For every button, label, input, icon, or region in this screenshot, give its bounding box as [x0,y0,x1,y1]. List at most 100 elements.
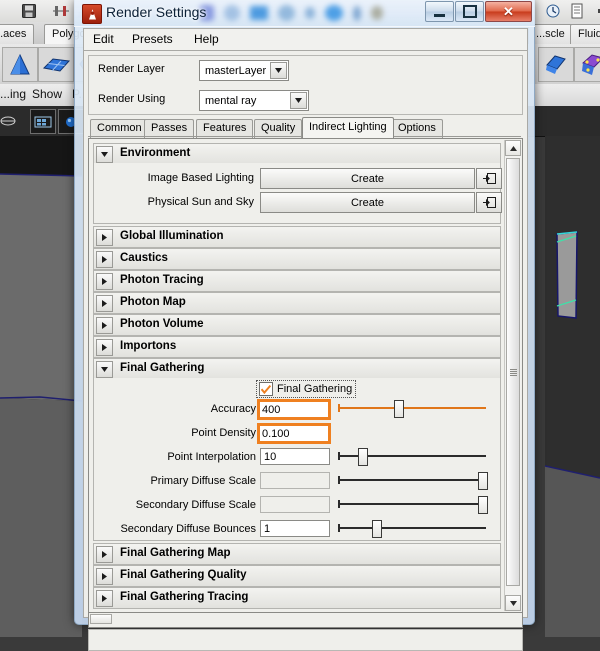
primary-diffuse-scale-slider[interactable] [338,472,488,490]
window-titlebar[interactable]: Render Settings ✕ [74,0,535,27]
window-title: Render Settings [106,4,207,20]
menu-presets[interactable]: Presets [132,32,173,46]
tab-indirect-lighting[interactable]: Indirect Lighting [302,117,394,138]
expand-arrow-right-icon[interactable] [96,590,113,607]
shelf-tab-surfaces[interactable]: ...aces [0,24,35,44]
section-header-importons[interactable]: Importons [93,336,501,358]
section-header-environment[interactable]: Environment [93,143,501,165]
point-interpolation-slider[interactable] [338,448,486,466]
section-header-photon-map[interactable]: Photon Map [93,292,501,314]
slider-handle[interactable] [372,520,382,538]
image-based-lighting-create-button[interactable]: Create [260,168,475,189]
expand-arrow-right-icon[interactable] [96,546,113,563]
section-header-photon-volume[interactable]: Photon Volume [93,314,501,336]
section-header-final-gathering-tracing[interactable]: Final Gathering Tracing [93,587,501,609]
close-button[interactable]: ✕ [485,1,532,22]
slider-track [338,527,486,529]
render-layer-combo[interactable]: masterLayer [199,60,289,81]
chevron-down-icon[interactable] [270,62,287,79]
section-header-final-gathering[interactable]: Final Gathering [93,358,501,380]
wireframe-icon[interactable] [0,109,20,132]
collapse-arrow-down-icon[interactable] [96,146,113,163]
section-title: Environment [120,147,191,159]
menu-show[interactable]: Show [32,87,62,101]
physical-sun-sky-create-button[interactable]: Create [260,192,475,213]
shelf-cloth-icon[interactable] [574,47,600,82]
slider-handle[interactable] [358,448,368,466]
accuracy-label: Accuracy [210,403,256,415]
map-arrow-icon [482,173,496,184]
render-using-combo[interactable]: mental ray [199,90,309,111]
minimize-button[interactable] [425,1,454,22]
section-title: Caustics [120,252,168,264]
expand-arrow-right-icon[interactable] [96,273,113,290]
secondary-diffuse-bounces-slider[interactable] [338,520,486,538]
vertical-scrollbar[interactable] [504,140,521,611]
primary-diffuse-scale-swatch[interactable] [260,472,330,489]
window-menubar: Edit Presets Help [83,28,528,51]
collapse-arrow-down-icon[interactable] [96,361,113,378]
scroll-up-icon [509,145,517,151]
maximize-button[interactable] [455,1,484,22]
film-icon[interactable] [30,109,56,134]
primary-diffuse-scale-label: Primary Diffuse Scale [150,475,256,487]
point-density-input[interactable]: 0.100 [257,423,331,444]
expand-arrow-right-icon[interactable] [96,568,113,585]
section-title: Importons [120,340,177,352]
shelf-plane-icon[interactable] [38,47,74,82]
accuracy-slider[interactable] [338,400,486,418]
document-icon[interactable] [566,1,588,21]
accuracy-input[interactable]: 400 [257,399,331,420]
section-header-final-gathering-quality[interactable]: Final Gathering Quality [93,565,501,587]
menu-help[interactable]: Help [194,32,219,46]
shelf-cone-icon[interactable] [2,47,38,82]
section-title: Final Gathering Map [120,547,231,559]
slider-cap [338,404,340,412]
secondary-diffuse-bounces-input[interactable]: 1 [260,520,330,537]
checkbox-final-gathering[interactable] [259,382,273,396]
titlebar-blurred-background-icons [200,1,440,25]
hscrollbar-thumb[interactable] [90,614,112,624]
render-settings-window[interactable]: Render Settings ✕ Edit Presets Help Rend… [74,0,535,651]
scroll-up-button[interactable] [505,140,521,156]
horizontal-scrollbar[interactable] [88,612,523,628]
shelf-tab-fluids[interactable]: Fluids [570,24,600,44]
physical-sun-sky-label: Physical Sun and Sky [147,196,254,208]
viewport-right[interactable] [545,136,600,637]
section-header-photon-tracing[interactable]: Photon Tracing [93,270,501,292]
expand-arrow-right-icon[interactable] [96,229,113,246]
slider-handle[interactable] [478,472,488,490]
section-header-final-gathering-map[interactable]: Final Gathering Map [93,543,501,565]
point-interpolation-input[interactable]: 10 [260,448,330,465]
secondary-diffuse-bounces-label: Secondary Diffuse Bounces [120,523,256,535]
slider-handle[interactable] [478,496,488,514]
shelf-polygons-icon[interactable] [538,47,574,82]
image-based-lighting-label: Image Based Lighting [147,172,254,184]
scroll-down-button[interactable] [505,595,521,611]
scroll-down-icon [509,600,517,606]
section-header-caustics[interactable]: Caustics [93,248,501,270]
secondary-diffuse-scale-swatch[interactable] [260,496,330,513]
expand-arrow-right-icon[interactable] [96,251,113,268]
chevron-down-icon[interactable] [290,92,307,109]
expand-arrow-right-icon[interactable] [96,339,113,356]
secondary-diffuse-scale-slider[interactable] [338,496,488,514]
section-header-global-illumination[interactable]: Global Illumination [93,226,501,248]
viewport-left[interactable] [0,136,82,637]
menu-edit[interactable]: Edit [93,32,114,46]
scrollbar-thumb[interactable] [506,158,520,586]
save-icon[interactable] [18,1,40,21]
menu-rendering[interactable]: ...ing [0,87,26,101]
expand-arrow-right-icon[interactable] [96,317,113,334]
expand-arrow-right-icon[interactable] [96,295,113,312]
slider2-icon[interactable] [590,1,600,21]
final-gathering-checkbox-row[interactable]: Final Gathering [256,380,357,398]
history-icon[interactable] [542,1,564,21]
window-controls: ✕ [425,1,532,22]
image-based-lighting-map-button[interactable] [476,168,502,189]
physical-sun-sky-map-button[interactable] [476,192,502,213]
slider-cap [338,500,340,508]
scrollbar-grip-icon [509,368,517,376]
slider-handle[interactable] [394,400,404,418]
slider-icon[interactable] [50,1,72,21]
